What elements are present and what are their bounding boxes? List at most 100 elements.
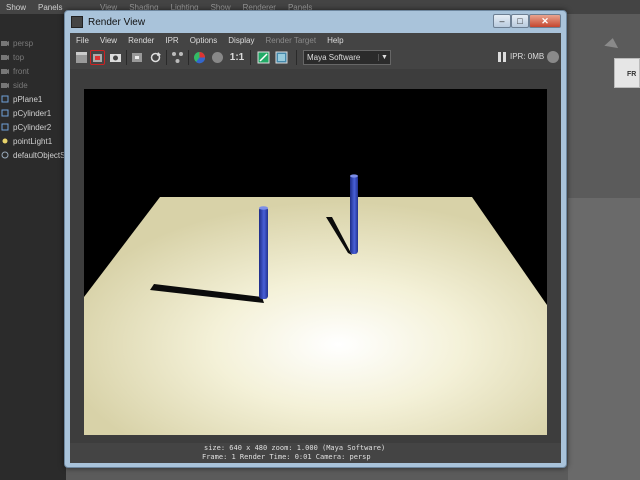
redo-render-button[interactable] bbox=[74, 50, 89, 65]
pause-icon bbox=[503, 52, 506, 62]
cylinder-right-cap bbox=[350, 174, 358, 178]
mesh-icon bbox=[1, 95, 9, 103]
close-icon: ✕ bbox=[541, 15, 549, 26]
outliner-item-pcylinder1[interactable]: pCylinder1 bbox=[0, 106, 66, 120]
render-view-menubar: File View Render IPR Options Display Ren… bbox=[70, 33, 561, 47]
display-settings-button[interactable] bbox=[274, 50, 289, 65]
render-info-line-1: size: 640 x 480 zoom: 1.000 (Maya Softwa… bbox=[204, 444, 386, 452]
render-view-toolbar: 1:1 Maya Software ▼ IPR: 0MB bbox=[70, 47, 561, 67]
toolbar-separator bbox=[296, 50, 297, 65]
pause-icon bbox=[498, 52, 501, 62]
clapboard-icon bbox=[76, 52, 87, 63]
camera-icon bbox=[1, 67, 9, 75]
ipr-status-icon bbox=[547, 51, 559, 63]
render-settings-button[interactable] bbox=[256, 50, 271, 65]
region-icon bbox=[132, 53, 142, 62]
viewcube-label: FR bbox=[627, 71, 637, 78]
outliner-panel: persp top front side pPlane1 pCylinder1 … bbox=[0, 14, 66, 480]
render-region-button[interactable] bbox=[130, 50, 145, 65]
menu-panels[interactable]: Panels bbox=[38, 3, 62, 12]
menu-file[interactable]: File bbox=[76, 36, 89, 45]
menu-render[interactable]: Render bbox=[128, 36, 154, 45]
maximize-button[interactable]: □ bbox=[511, 14, 529, 28]
menu-ipr[interactable]: IPR bbox=[165, 36, 178, 45]
render-info-bar: size: 640 x 480 zoom: 1.000 (Maya Softwa… bbox=[70, 443, 561, 463]
toolbar-separator bbox=[188, 50, 189, 65]
close-button[interactable]: ✕ bbox=[529, 14, 561, 28]
ratio-label: 1:1 bbox=[229, 52, 245, 63]
minimize-button[interactable]: – bbox=[493, 14, 511, 28]
camera-icon bbox=[1, 39, 9, 47]
set-icon bbox=[1, 151, 9, 159]
outliner-item-pointlight1[interactable]: pointLight1 bbox=[0, 134, 66, 148]
refresh-icon bbox=[150, 52, 161, 63]
outliner-item-label: front bbox=[13, 66, 30, 76]
render-view-app-icon bbox=[71, 16, 83, 28]
outliner-item-top[interactable]: top bbox=[0, 50, 66, 64]
outliner-item-persp[interactable]: persp bbox=[0, 36, 66, 50]
refresh-button[interactable] bbox=[148, 50, 163, 65]
render-area[interactable] bbox=[70, 69, 561, 443]
ipr-render-icon bbox=[93, 54, 102, 62]
ground-plane bbox=[84, 197, 547, 435]
outliner-item-label: pointLight1 bbox=[13, 136, 53, 146]
renderer-dropdown[interactable]: Maya Software ▼ bbox=[303, 50, 391, 65]
toolbar-separator bbox=[166, 50, 167, 65]
camera-icon bbox=[1, 53, 9, 61]
chevron-down-icon: ▼ bbox=[378, 54, 390, 61]
menu-show[interactable]: Show bbox=[6, 3, 26, 12]
keep-image-icon bbox=[172, 52, 183, 63]
outliner-item-label: side bbox=[13, 80, 28, 90]
render-view-window: Render View – □ ✕ File View Render IPR O… bbox=[64, 10, 567, 468]
display-settings-icon bbox=[275, 51, 288, 64]
alpha-sphere-icon bbox=[212, 52, 223, 63]
menu-options[interactable]: Options bbox=[190, 36, 218, 45]
outliner-item-front[interactable]: front bbox=[0, 64, 66, 78]
renderer-value: Maya Software bbox=[307, 53, 361, 62]
outliner-item-label: pCylinder2 bbox=[13, 122, 52, 132]
outliner-item-pcylinder2[interactable]: pCylinder2 bbox=[0, 120, 66, 134]
outliner-item-defaultobjectset[interactable]: defaultObjectS bbox=[0, 148, 66, 162]
cylinder-left-cap bbox=[259, 206, 268, 210]
rendered-image bbox=[84, 89, 547, 435]
render-view-client: File View Render IPR Options Display Ren… bbox=[70, 33, 561, 463]
menu-display[interactable]: Display bbox=[228, 36, 254, 45]
camera-icon bbox=[110, 54, 121, 62]
maximize-icon: □ bbox=[517, 16, 523, 26]
menu-render-target: Render Target bbox=[265, 35, 317, 45]
window-title: Render View bbox=[88, 16, 146, 28]
rgb-channels-button[interactable] bbox=[192, 50, 207, 65]
viewport-ground bbox=[568, 198, 640, 480]
alpha-channel-button[interactable] bbox=[210, 50, 225, 65]
menu-help[interactable]: Help bbox=[327, 36, 343, 45]
mesh-icon bbox=[1, 109, 9, 117]
toolbar-separator bbox=[126, 50, 127, 65]
render-scene bbox=[84, 174, 547, 435]
outliner-item-side[interactable]: side bbox=[0, 78, 66, 92]
toolbar-separator bbox=[250, 50, 251, 65]
cylinder-left bbox=[259, 207, 268, 299]
camera-icon bbox=[1, 81, 9, 89]
window-titlebar[interactable]: Render View – □ ✕ bbox=[65, 11, 566, 33]
outliner-item-pplane1[interactable]: pPlane1 bbox=[0, 92, 66, 106]
snapshot-button[interactable] bbox=[108, 50, 123, 65]
color-wheel-icon bbox=[194, 52, 206, 64]
cylinder-right bbox=[350, 175, 358, 254]
outliner-item-label: pCylinder1 bbox=[13, 108, 52, 118]
ipr-memory-label: IPR: 0MB bbox=[510, 52, 545, 61]
real-size-button[interactable]: 1:1 bbox=[228, 50, 246, 65]
ipr-pause-button[interactable] bbox=[498, 52, 506, 62]
outliner-item-label: defaultObjectS bbox=[13, 150, 66, 160]
outliner-item-label: persp bbox=[13, 38, 34, 48]
minimize-icon: – bbox=[499, 16, 505, 26]
menu-view[interactable]: View bbox=[100, 36, 117, 45]
viewcube[interactable]: FR bbox=[614, 58, 640, 88]
outliner-item-label: top bbox=[13, 52, 25, 62]
keep-image-button[interactable] bbox=[170, 50, 185, 65]
render-info-line-2: Frame: 1 Render Time: 0:01 Camera: persp bbox=[202, 453, 371, 461]
render-settings-icon bbox=[257, 51, 270, 64]
ipr-render-button[interactable] bbox=[90, 50, 105, 65]
mesh-icon bbox=[1, 123, 9, 131]
outliner-item-label: pPlane1 bbox=[13, 94, 43, 104]
light-icon bbox=[1, 137, 9, 145]
